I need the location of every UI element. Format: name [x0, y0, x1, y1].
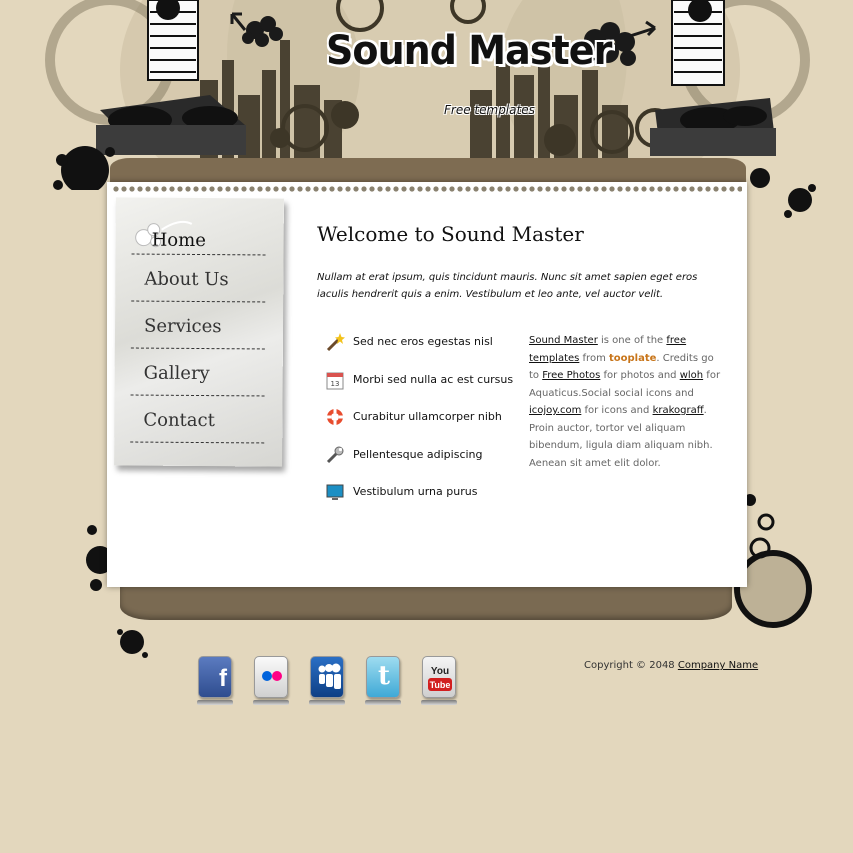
feature-label: Curabitur ullamcorper nibh [353, 410, 502, 423]
icojoy-link[interactable]: icojoy.com [529, 405, 581, 416]
krakograff-link[interactable]: krakograff [653, 405, 704, 416]
copyright-text: Copyright © 2048 [584, 660, 678, 671]
twitter-glyph: t [377, 661, 390, 691]
calendar-icon: 13 [326, 372, 344, 389]
tooplate-link[interactable]: tooplate [609, 353, 656, 364]
panel-perforation [112, 184, 742, 194]
credits-text-2: from [579, 352, 609, 364]
credits-text-6: for icons and [581, 405, 653, 416]
wloh-link[interactable]: wloh [680, 370, 703, 381]
credits-paragraph: Sound Master is one of the free template… [529, 332, 721, 472]
intro-paragraph: Nullam at erat ipsum, quis tincidunt mau… [317, 272, 698, 300]
feature-item: Pellentesque adipiscing [325, 445, 515, 483]
feature-list: Sed nec eros egestas nisl 13 Morbi sed n… [325, 332, 515, 520]
youtube-button[interactable]: You Tube [421, 656, 460, 706]
twitter-button[interactable]: t [365, 656, 404, 706]
flickr-button[interactable] [253, 656, 292, 706]
svg-text:Tube: Tube [430, 680, 451, 690]
svg-text:13: 13 [331, 380, 340, 388]
nav-item-gallery[interactable]: Gallery [130, 348, 265, 397]
myspace-icon [310, 656, 344, 698]
flickr-dots [262, 671, 282, 681]
nav-label-services: Services [143, 315, 222, 338]
twitter-icon: t [366, 656, 400, 698]
credits-text-1: is one of the [597, 335, 667, 346]
facebook-glyph: f [219, 665, 227, 692]
nav-item-services[interactable]: Services [130, 301, 266, 350]
free-photos-link[interactable]: Free Photos [542, 370, 600, 381]
main-nav: Home About Us Services Gallery Contact [114, 197, 284, 467]
copyright: Copyright © 2048 Company Name [584, 660, 758, 671]
company-name-link[interactable]: Company Name [678, 660, 758, 671]
icon-shelf [197, 700, 233, 705]
nav-item-home[interactable]: Home [131, 207, 266, 256]
facebook-button[interactable]: f [197, 656, 236, 706]
page-title: Welcome to Sound Master [317, 222, 584, 246]
facebook-icon: f [198, 656, 232, 698]
icon-shelf [421, 700, 457, 705]
sound-master-link[interactable]: Sound Master [529, 335, 598, 346]
nav-label-contact: Contact [143, 409, 215, 432]
nav-label-home: Home [151, 229, 206, 252]
icon-shelf [253, 700, 289, 705]
nav-item-about-us[interactable]: About Us [131, 254, 266, 303]
logo-subtitle: Free templates [444, 103, 535, 117]
credits-text-4: for photos and [600, 370, 680, 381]
torn-paper-bottom [120, 584, 732, 620]
icon-shelf [309, 700, 345, 705]
myspace-figures [318, 663, 341, 689]
nav-item-contact[interactable]: Contact [130, 395, 265, 444]
feature-item: Curabitur ullamcorper nibh [325, 407, 515, 445]
feature-item: Vestibulum urna purus [325, 482, 515, 520]
monitor-icon [326, 484, 344, 500]
feature-label: Sed nec eros egestas nisl [353, 335, 493, 348]
myspace-button[interactable] [309, 656, 348, 706]
feature-item: Sed nec eros egestas nisl [325, 332, 515, 370]
logo-title: Sound Master [326, 28, 612, 74]
youtube-logo: You Tube [428, 666, 452, 691]
youtube-icon: You Tube [422, 656, 456, 698]
icon-shelf [365, 700, 401, 705]
flickr-icon [254, 656, 288, 698]
lifebuoy-icon [327, 409, 343, 425]
magic-wand-icon [326, 333, 345, 352]
wrench-icon [326, 446, 344, 463]
feature-label: Pellentesque adipiscing [353, 447, 483, 461]
feature-label: Vestibulum urna purus [353, 485, 478, 498]
feature-label: Morbi sed nulla ac est cursus [353, 372, 514, 386]
nav-label-gallery: Gallery [143, 362, 210, 385]
feature-item: 13 Morbi sed nulla ac est cursus [325, 370, 515, 408]
svg-text:You: You [431, 666, 449, 677]
nav-label-about-us: About Us [144, 268, 229, 291]
